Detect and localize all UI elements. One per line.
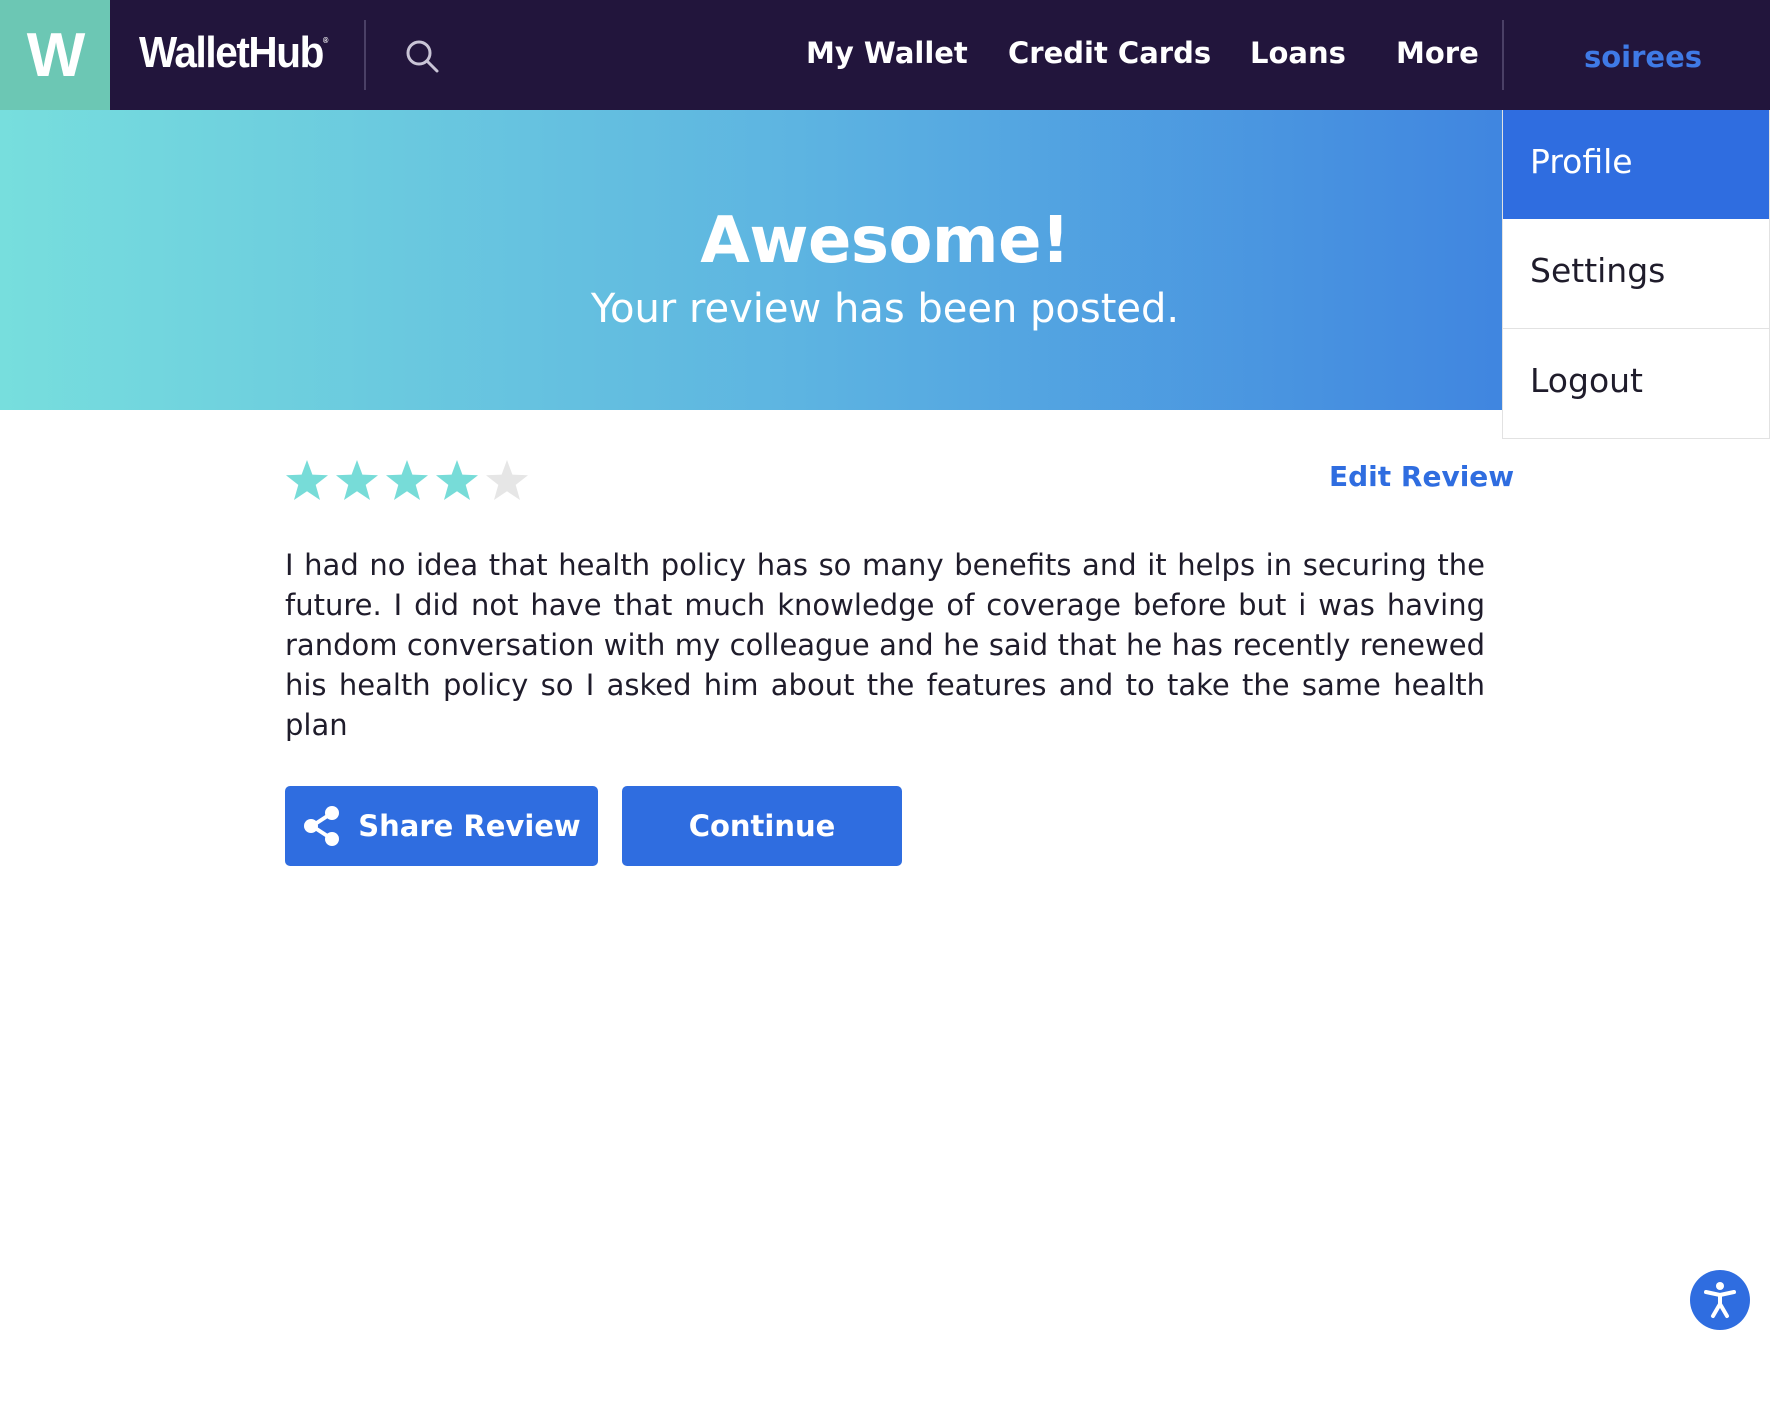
top-nav: W WalletHub® My Wallet Credit Cards Loan…	[0, 0, 1770, 110]
share-review-label: Share Review	[358, 809, 581, 843]
logo-mark[interactable]: W	[0, 0, 110, 110]
menu-item-label: Logout	[1530, 361, 1643, 400]
share-review-button[interactable]: Share Review	[285, 786, 598, 866]
menu-item-label: Settings	[1530, 251, 1666, 290]
accessibility-button[interactable]	[1690, 1270, 1750, 1330]
user-menu-toggle[interactable]: soirees	[1584, 40, 1702, 74]
nav-credit-cards[interactable]: Credit Cards	[1008, 36, 1211, 70]
menu-item-settings[interactable]: Settings	[1503, 219, 1769, 328]
edit-review-link[interactable]: Edit Review	[1329, 460, 1514, 493]
continue-label: Continue	[688, 809, 836, 843]
accessibility-icon	[1704, 1282, 1736, 1318]
search-icon[interactable]	[404, 38, 440, 74]
star-filled-icon	[386, 460, 428, 500]
nav-loans[interactable]: Loans	[1250, 36, 1346, 70]
logo-wordmark[interactable]: WalletHub®	[139, 28, 328, 78]
menu-item-label: Profile	[1530, 142, 1633, 181]
menu-item-profile[interactable]: Profile	[1503, 110, 1769, 219]
trademark-symbol: ®	[322, 36, 329, 45]
star-empty-icon	[486, 460, 528, 500]
star-filled-icon	[436, 460, 478, 500]
review-text: I had no idea that health policy has so …	[285, 548, 1485, 742]
nav-my-wallet[interactable]: My Wallet	[806, 36, 968, 70]
nav-divider	[364, 20, 366, 90]
logo-text[interactable]: WalletHub	[139, 28, 324, 77]
menu-item-logout[interactable]: Logout	[1503, 329, 1769, 438]
nav-divider	[1502, 20, 1504, 90]
star-filled-icon	[286, 460, 328, 500]
nav-more[interactable]: More	[1396, 36, 1479, 70]
share-icon	[304, 806, 340, 846]
continue-button[interactable]: Continue	[622, 786, 902, 866]
user-dropdown-menu: Profile Settings Logout	[1502, 110, 1770, 439]
star-filled-icon	[336, 460, 378, 500]
